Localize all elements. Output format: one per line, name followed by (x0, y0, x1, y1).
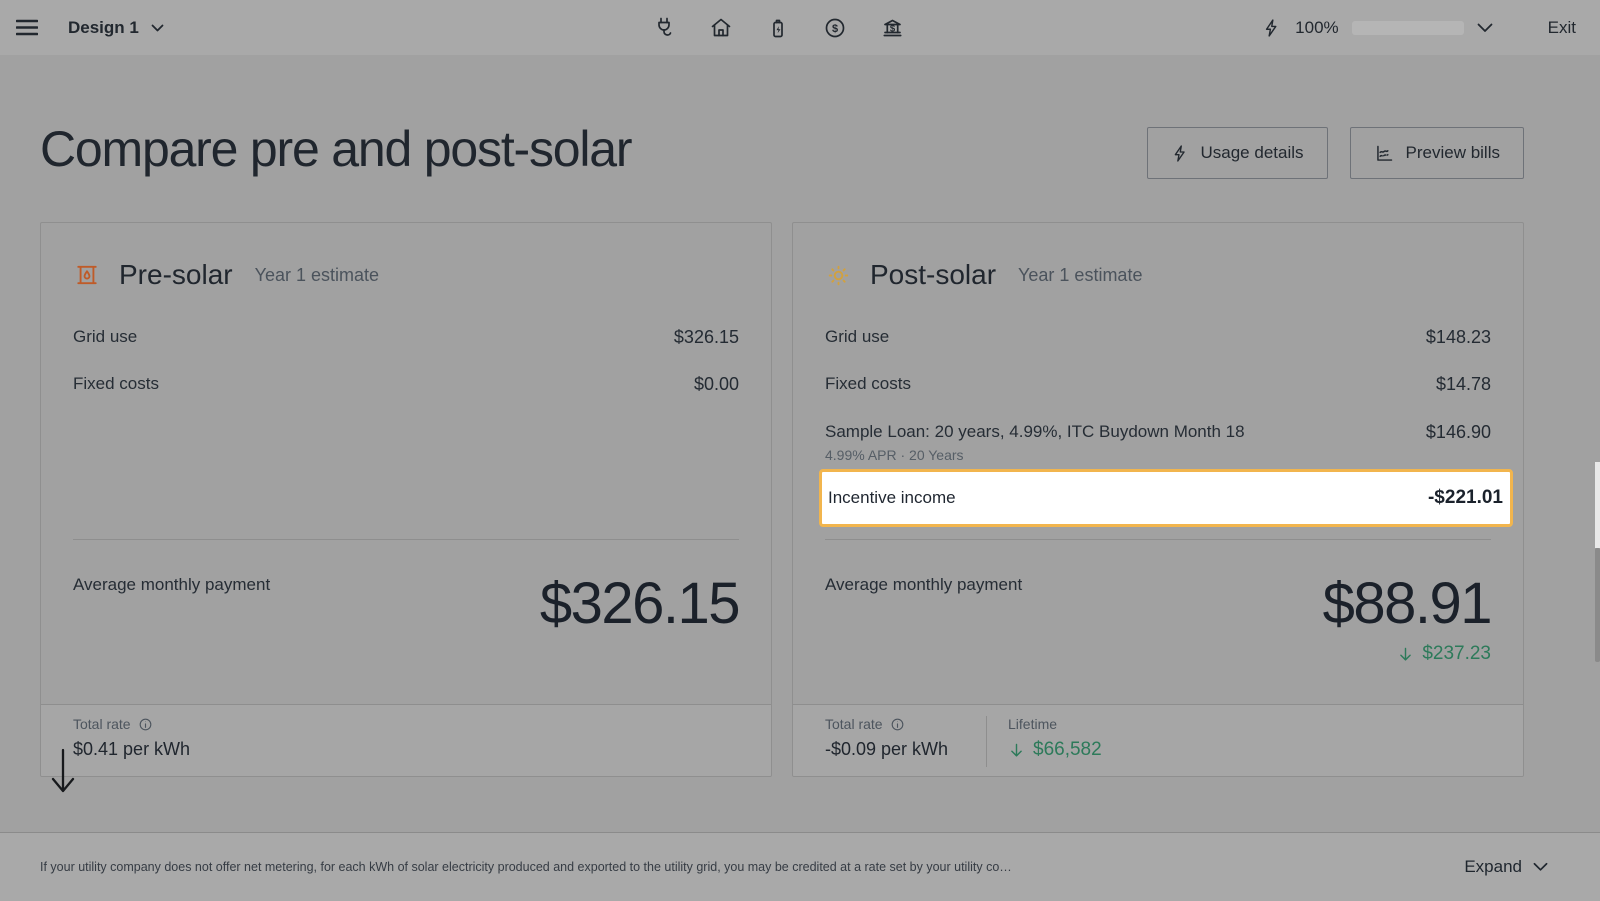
offset-percentage: 100% (1295, 18, 1338, 38)
svg-text:$: $ (832, 23, 838, 35)
total-rate-value: $0.41 per kWh (73, 739, 190, 760)
row-label: Fixed costs (73, 374, 159, 394)
table-row-loan: Sample Loan: 20 years, 4.99%, ITC Buydow… (825, 422, 1491, 463)
compare-pre-post-solar-page: Design 1 $ $ (0, 0, 1600, 901)
down-arrow-icon (1397, 645, 1414, 664)
topbar-tools: $ $ (652, 0, 905, 55)
row-label: Grid use (73, 327, 137, 347)
disclaimer-text: If your utility company does not offer n… (40, 860, 1012, 874)
down-arrow-icon (1008, 741, 1025, 760)
scrollbar-highlight (1595, 462, 1600, 548)
bills-chart-icon (1374, 143, 1395, 164)
incentive-income-label: Incentive income (828, 488, 956, 508)
chevron-down-icon[interactable] (1477, 23, 1493, 33)
bottom-disclaimer-bar: If your utility company does not offer n… (0, 832, 1600, 901)
pre-solar-card: Pre-solar Year 1 estimate Grid use $326.… (40, 222, 772, 777)
post-solar-footer: Total rate -$0.09 per kWh Lifetime $66,5… (793, 704, 1523, 776)
design-selector[interactable]: Design 1 (68, 18, 164, 38)
header-buttons: Usage details Preview bills (1147, 127, 1525, 179)
pre-solar-subtitle: Year 1 estimate (255, 265, 379, 286)
chevron-down-icon (1533, 862, 1548, 872)
hamburger-icon (16, 19, 38, 36)
dollar-coin-icon[interactable]: $ (823, 16, 847, 40)
scroll-down-arrow-icon (48, 748, 78, 801)
battery-icon[interactable] (766, 16, 790, 40)
total-rate-label: Total rate (825, 716, 883, 732)
topbar: Design 1 $ $ (0, 0, 1600, 55)
footer-divider (986, 716, 987, 767)
bolt-icon (1171, 143, 1190, 164)
page-title: Compare pre and post-solar (40, 120, 631, 178)
row-value: $326.15 (674, 327, 739, 348)
monthly-savings: $237.23 (1397, 643, 1491, 665)
bank-icon[interactable]: $ (880, 16, 905, 40)
pre-solar-footer: Total rate $0.41 per kWh (41, 704, 771, 776)
exit-button[interactable]: Exit (1548, 18, 1576, 38)
bolt-icon (1262, 17, 1282, 39)
oil-barrel-icon (73, 261, 101, 289)
post-solar-title: Post-solar (870, 259, 996, 291)
lifetime-savings-value: $66,582 (1033, 739, 1102, 761)
pre-solar-header: Pre-solar Year 1 estimate (73, 253, 379, 297)
divider (825, 539, 1491, 540)
divider (73, 539, 739, 540)
table-row: Fixed costs $14.78 (825, 374, 1491, 395)
table-row: Grid use $148.23 (825, 327, 1491, 348)
chevron-down-icon (151, 18, 164, 38)
sun-icon (825, 262, 852, 289)
home-icon[interactable] (709, 16, 733, 40)
incentive-income-value: -$221.01 (1428, 487, 1503, 509)
total-rate-block: Total rate -$0.09 per kWh (825, 716, 948, 760)
row-label: Fixed costs (825, 374, 911, 394)
offset-progress-bar (1352, 21, 1464, 35)
row-label: Grid use (825, 327, 889, 347)
total-rate-block: Total rate $0.41 per kWh (73, 716, 190, 760)
usage-details-button[interactable]: Usage details (1147, 127, 1328, 179)
menu-button[interactable] (16, 19, 38, 36)
pre-solar-monthly-payment: $326.15 (540, 573, 739, 635)
summary-label: Average monthly payment (825, 575, 1022, 595)
post-solar-card: Post-solar Year 1 estimate Grid use $148… (792, 222, 1524, 777)
post-solar-monthly-payment: $88.91 (1323, 573, 1491, 635)
topbar-left: Design 1 (16, 0, 164, 55)
preview-bills-button[interactable]: Preview bills (1350, 127, 1524, 179)
row-value: $14.78 (1436, 374, 1491, 395)
design-label: Design 1 (68, 18, 139, 38)
svg-text:$: $ (890, 23, 896, 34)
total-rate-value: -$0.09 per kWh (825, 739, 948, 760)
post-solar-header: Post-solar Year 1 estimate (825, 253, 1142, 297)
info-icon[interactable] (890, 717, 905, 732)
pre-solar-title: Pre-solar (119, 259, 233, 291)
row-value: $148.23 (1426, 327, 1491, 348)
table-row: Fixed costs $0.00 (73, 374, 739, 395)
lifetime-block: Lifetime $66,582 (1008, 716, 1102, 761)
loan-label: Sample Loan: 20 years, 4.99%, ITC Buydow… (825, 422, 1245, 441)
row-value: $0.00 (694, 374, 739, 395)
topbar-right: 100% Exit (1262, 0, 1576, 55)
summary-label: Average monthly payment (73, 575, 270, 595)
preview-bills-label: Preview bills (1406, 143, 1500, 163)
monthly-savings-value: $237.23 (1422, 643, 1491, 665)
post-solar-subtitle: Year 1 estimate (1018, 265, 1142, 286)
plug-icon[interactable] (652, 16, 676, 40)
usage-details-label: Usage details (1201, 143, 1304, 163)
loan-sublabel: 4.99% APR · 20 Years (825, 447, 1245, 463)
table-row: Grid use $326.15 (73, 327, 739, 348)
expand-button[interactable]: Expand (1464, 857, 1548, 877)
total-rate-label: Total rate (73, 716, 131, 732)
incentive-income-highlight-row: Incentive income -$221.01 (819, 469, 1513, 527)
expand-label: Expand (1464, 857, 1522, 877)
lifetime-label: Lifetime (1008, 716, 1057, 732)
row-value: $146.90 (1426, 422, 1491, 443)
scrollbar-thumb[interactable] (1595, 548, 1600, 662)
info-icon[interactable] (138, 717, 153, 732)
